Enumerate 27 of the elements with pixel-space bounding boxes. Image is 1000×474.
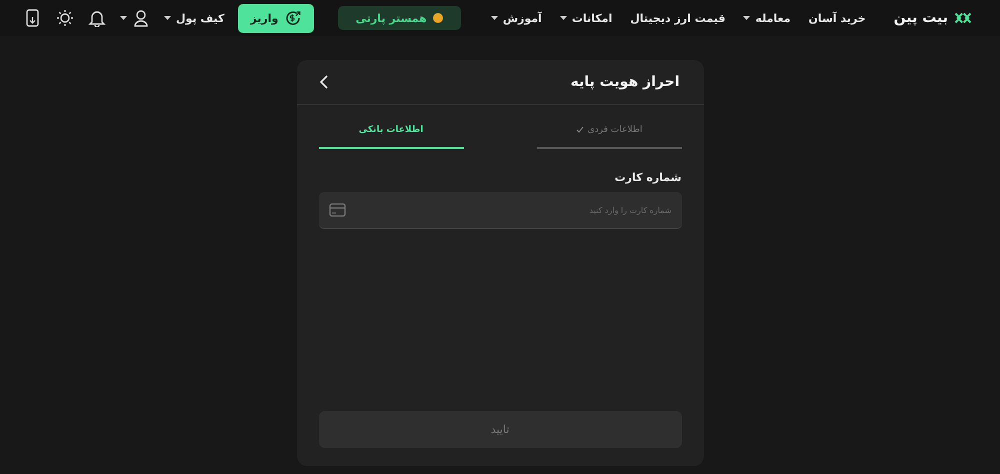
nav-link[interactable]: قیمت ارز دیجیتال [630, 12, 726, 24]
field-label: شماره کارت [614, 171, 682, 184]
nav-link[interactable]: معامله [743, 12, 791, 24]
user-menu[interactable] [120, 9, 150, 27]
caret-icon [560, 16, 567, 20]
party-button[interactable]: همستر پارتی [338, 6, 461, 30]
user-icon [132, 9, 150, 27]
credit-card-icon [328, 203, 346, 217]
check-icon [576, 126, 584, 134]
caret-icon [120, 16, 127, 20]
caret-icon [490, 16, 498, 20]
coin-icon [432, 13, 443, 23]
nav-link[interactable]: خرید آسان [808, 12, 866, 24]
panel-title: احراز هویت پایه [570, 74, 680, 90]
deposit-button[interactable]: واریز [238, 4, 314, 32]
logo-text: بیت پین [894, 10, 948, 26]
caret-icon [164, 16, 171, 20]
card-number-field[interactable]: شماره کارت را وارد کنید [318, 192, 682, 229]
nav-link[interactable]: آموزش [490, 12, 542, 24]
caret-icon [743, 16, 750, 20]
step-tab[interactable]: اطلاعات فردی [536, 121, 682, 149]
step-tab[interactable]: اطلاعات بانکی [318, 121, 464, 149]
sun-icon[interactable] [56, 9, 74, 27]
nav-link[interactable]: امکانات [560, 12, 612, 24]
dollar-icon [284, 9, 302, 27]
bell-icon[interactable] [88, 9, 106, 27]
wallet-menu[interactable]: کیف پول [164, 12, 224, 24]
